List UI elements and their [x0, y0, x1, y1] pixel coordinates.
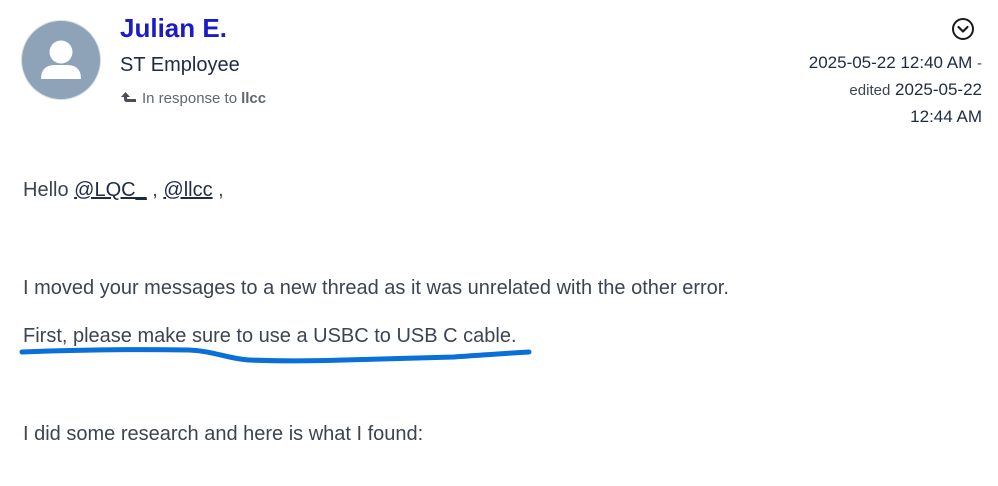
greeting-prefix: Hello: [23, 179, 69, 201]
greeting-line: Hello @LQC_ , @llcc ,: [23, 177, 224, 203]
greeting-suffix: ,: [218, 179, 224, 201]
chevron-down-circle-icon: [952, 18, 974, 40]
author-name-link[interactable]: Julian E.: [120, 12, 227, 44]
greeting-comma: ,: [152, 179, 158, 201]
avatar[interactable]: [22, 21, 100, 99]
posted-timestamp-line: 2025-05-22 12:40 AM -: [742, 50, 982, 77]
message-paragraph: I did some research and here is what I f…: [23, 423, 424, 445]
post-timestamps: 2025-05-22 12:40 AM - edited 2025-05-22 …: [742, 50, 982, 130]
timestamp-separator: -: [977, 55, 982, 72]
edited-label: edited: [849, 82, 891, 99]
in-response-target-link[interactable]: llcc: [241, 90, 266, 107]
author-role: ST Employee: [120, 54, 240, 76]
reply-arrow-icon: [120, 89, 136, 107]
default-user-avatar-icon: [41, 40, 81, 79]
message-paragraph: I moved your messages to a new thread as…: [23, 277, 729, 299]
edited-time: 12:44 AM: [910, 107, 982, 126]
mention-lqc[interactable]: @LQC_: [74, 179, 147, 201]
in-response-to: In response to llcc: [120, 88, 266, 108]
message-paragraph-highlighted: First, please make sure to use a USBC to…: [23, 325, 517, 347]
in-response-prefix: In response to: [142, 89, 238, 107]
edited-line: edited 2025-05-22: [742, 77, 982, 104]
post-options-button[interactable]: [951, 17, 975, 41]
posted-timestamp: 2025-05-22 12:40 AM: [808, 53, 973, 72]
mention-llcc[interactable]: @llcc: [163, 179, 212, 201]
edited-date: 2025-05-22: [895, 80, 982, 99]
